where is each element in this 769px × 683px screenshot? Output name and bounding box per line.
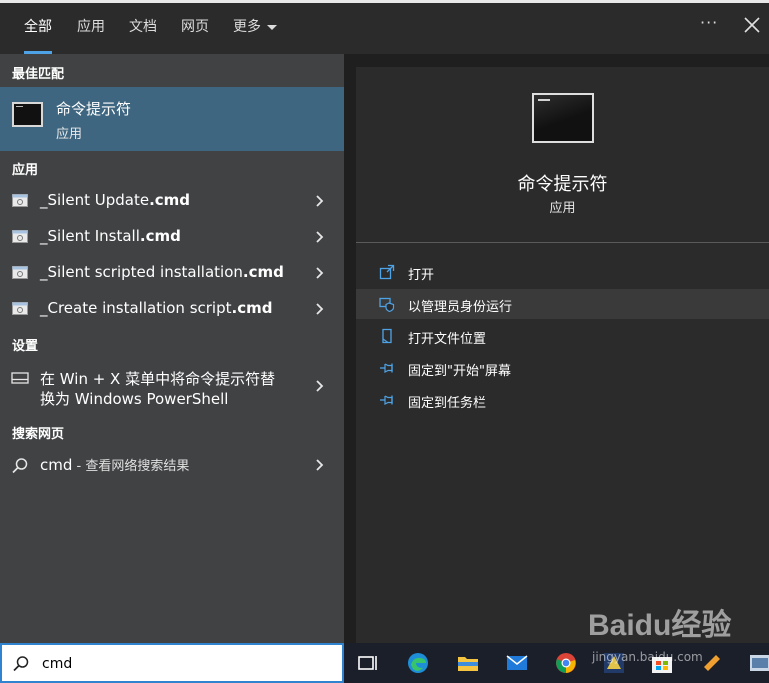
cmd-icon xyxy=(532,93,594,143)
app-result-item[interactable]: _Silent Install.cmd xyxy=(0,219,344,255)
chevron-right-icon[interactable] xyxy=(314,302,324,316)
pinned-app-icon[interactable] xyxy=(602,651,626,675)
app-result-label: _Silent Update.cmd xyxy=(40,191,191,209)
best-match-title: 命令提示符 xyxy=(56,100,132,118)
search-input[interactable]: cmd xyxy=(42,656,72,672)
script-file-icon xyxy=(12,230,28,243)
section-web-search: 搜索网页 xyxy=(12,427,65,442)
detail-panel: 命令提示符 应用 打开 以管理员身份运行 打开文件位置 固定到"开始"屏幕 固定… xyxy=(356,67,769,643)
script-file-icon xyxy=(12,266,28,279)
app-result-label: _Silent scripted installation.cmd xyxy=(40,263,284,281)
section-apps: 应用 xyxy=(12,163,39,178)
tab-more-label: 更多 xyxy=(233,19,261,35)
pin-icon xyxy=(380,363,393,373)
action-pin-to-taskbar[interactable]: 固定到任务栏 xyxy=(356,385,769,415)
action-pin-to-start[interactable]: 固定到"开始"屏幕 xyxy=(356,353,769,383)
app-result-label: _Create installation script.cmd xyxy=(40,299,273,317)
app-result-label: _Silent Install.cmd xyxy=(40,227,181,245)
tab-all[interactable]: 全部 xyxy=(24,3,52,54)
pinned-app-icon[interactable] xyxy=(700,651,724,675)
settings-result-label: 在 Win + X 菜单中将命令提示符替换为 Windows PowerShel… xyxy=(40,370,276,408)
chevron-right-icon[interactable] xyxy=(314,379,324,393)
action-open-label: 打开 xyxy=(408,268,435,283)
best-match-item[interactable]: 命令提示符 应用 xyxy=(0,87,344,151)
detail-subtitle: 应用 xyxy=(549,201,576,216)
action-run-as-admin[interactable]: 以管理员身份运行 xyxy=(356,289,769,319)
tab-documents-label: 文档 xyxy=(129,19,157,35)
chrome-icon[interactable] xyxy=(554,651,578,675)
search-box[interactable]: cmd xyxy=(0,643,344,683)
pinned-app-icon[interactable] xyxy=(748,651,769,675)
pin-icon xyxy=(380,395,393,405)
script-file-icon xyxy=(12,302,28,315)
section-settings: 设置 xyxy=(12,339,39,354)
open-icon xyxy=(379,264,395,280)
settings-panel-icon xyxy=(11,372,29,384)
chevron-right-icon[interactable] xyxy=(314,194,324,208)
tab-all-label: 全部 xyxy=(24,19,52,35)
search-icon xyxy=(13,656,29,672)
task-view-icon[interactable] xyxy=(356,651,380,675)
app-result-item[interactable]: _Silent Update.cmd xyxy=(0,183,344,219)
tab-documents[interactable]: 文档 xyxy=(129,3,157,54)
chevron-right-icon[interactable] xyxy=(314,230,324,244)
settings-result-item[interactable]: 在 Win + X 菜单中将命令提示符替换为 Windows PowerShel… xyxy=(0,367,344,413)
script-file-icon xyxy=(12,194,28,207)
more-options-button[interactable]: ··· xyxy=(700,13,718,32)
detail-title: 命令提示符 xyxy=(517,174,608,195)
store-icon[interactable] xyxy=(650,651,674,675)
app-result-item[interactable]: _Create installation script.cmd xyxy=(0,291,344,327)
file-explorer-icon[interactable] xyxy=(456,651,480,675)
tab-web[interactable]: 网页 xyxy=(181,3,209,54)
shield-icon xyxy=(379,297,395,312)
search-icon xyxy=(12,458,28,474)
action-open-file-location-label: 打开文件位置 xyxy=(408,332,487,347)
tab-apps-label: 应用 xyxy=(77,19,105,35)
app-result-item[interactable]: _Silent scripted installation.cmd xyxy=(0,255,344,291)
chevron-right-icon[interactable] xyxy=(314,458,324,472)
file-location-icon xyxy=(382,328,392,344)
web-search-label: cmd - 查看网络搜索结果 xyxy=(40,456,190,474)
mail-icon[interactable] xyxy=(505,651,529,675)
action-pin-to-taskbar-label: 固定到任务栏 xyxy=(408,396,487,411)
chevron-down-icon xyxy=(267,24,277,30)
tab-web-label: 网页 xyxy=(181,19,209,35)
web-search-item[interactable]: cmd - 查看网络搜索结果 xyxy=(0,448,344,482)
action-open-file-location[interactable]: 打开文件位置 xyxy=(356,321,769,351)
action-pin-to-start-label: 固定到"开始"屏幕 xyxy=(408,364,511,379)
section-best-match: 最佳匹配 xyxy=(12,67,65,82)
edge-browser-icon[interactable] xyxy=(406,651,430,675)
tab-more[interactable]: 更多 xyxy=(233,3,277,54)
tab-apps[interactable]: 应用 xyxy=(77,3,105,54)
filter-tab-bar: 全部 应用 文档 网页 更多 ··· xyxy=(0,3,769,54)
action-open[interactable]: 打开 xyxy=(356,257,769,287)
cmd-icon xyxy=(12,102,43,127)
best-match-subtitle: 应用 xyxy=(56,127,83,142)
close-icon[interactable] xyxy=(742,15,762,35)
action-run-as-admin-label: 以管理员身份运行 xyxy=(408,300,513,315)
chevron-right-icon[interactable] xyxy=(314,266,324,280)
taskbar xyxy=(344,643,769,683)
results-panel: 最佳匹配 命令提示符 应用 应用 _Silent Update.cmd _Sil… xyxy=(0,54,344,643)
divider xyxy=(356,242,769,243)
